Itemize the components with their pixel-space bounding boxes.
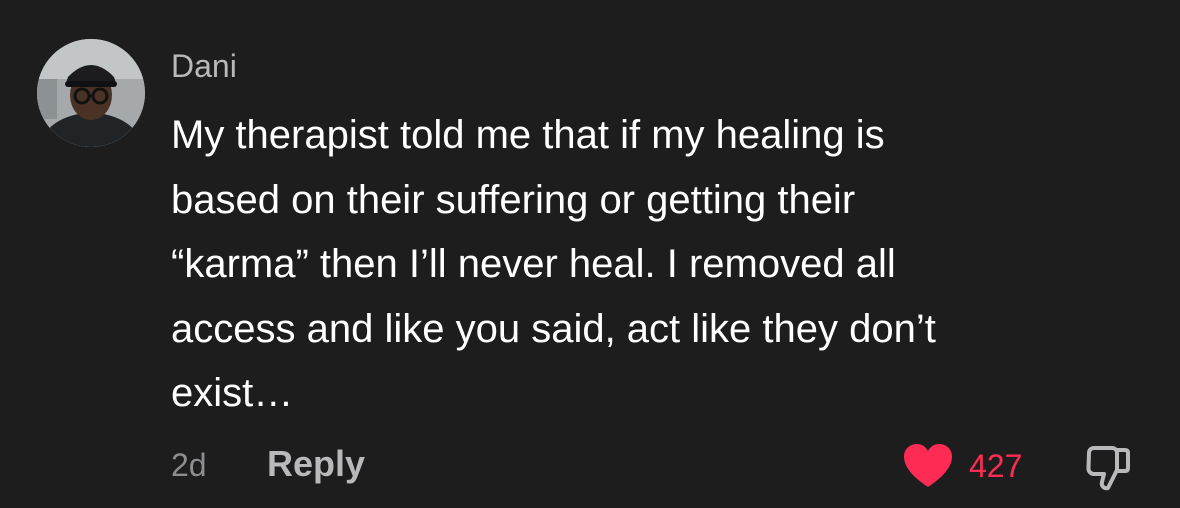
reply-button[interactable]: Reply: [267, 443, 365, 485]
comment-line: exist…: [171, 371, 294, 415]
comment-line: based on their suffering or getting thei…: [171, 177, 856, 222]
heart-icon: [904, 444, 952, 487]
avatar[interactable]: [37, 39, 145, 147]
comment-timestamp: 2d: [171, 447, 207, 483]
comment-author[interactable]: Dani: [171, 46, 237, 86]
avatar-image: [37, 39, 145, 147]
comment-text: My therapist told me that if my healing …: [171, 103, 1071, 426]
comment-line: “karma” then I’ll never heal. I removed …: [171, 242, 896, 286]
thumbs-down-icon[interactable]: [1082, 443, 1132, 493]
comment-line: access and like you said, act like they …: [171, 306, 936, 351]
like-count: 427: [969, 448, 1023, 484]
like-button[interactable]: 427: [903, 442, 1022, 490]
comment-item: Dani My therapist told me that if my hea…: [0, 0, 1180, 508]
comment-line: My therapist told me that if my healing …: [171, 113, 885, 157]
